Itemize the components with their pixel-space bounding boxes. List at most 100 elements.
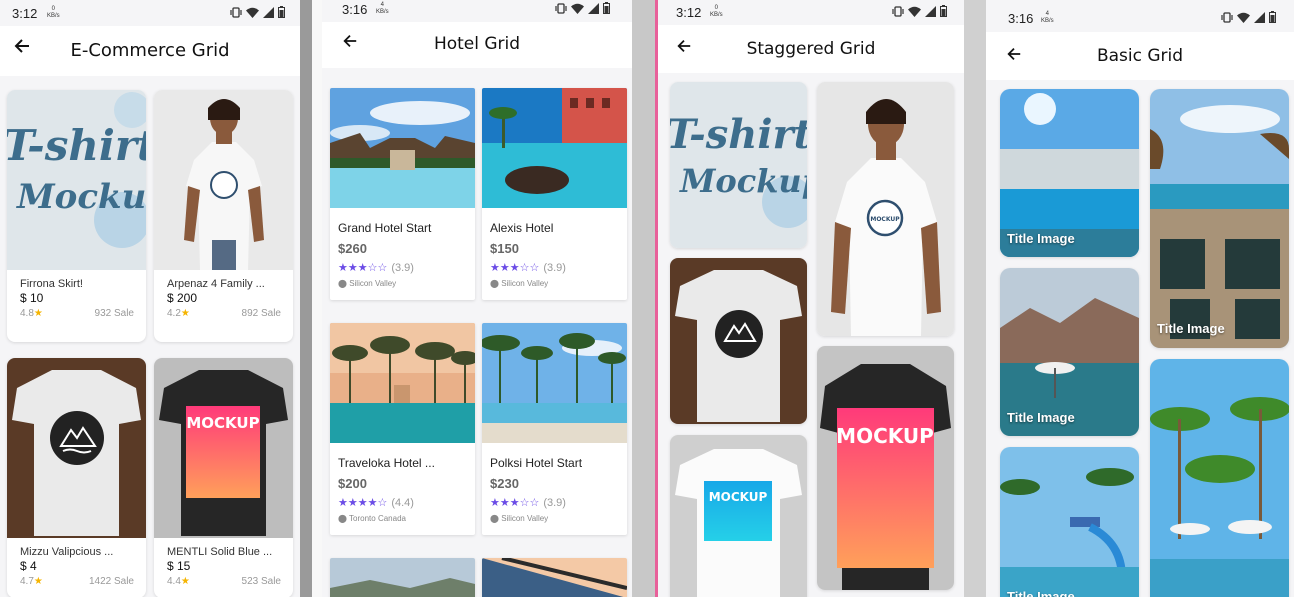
mockup-text: MOCKUP [709, 490, 768, 504]
network-speed: 0 KB/s [710, 5, 723, 18]
ecommerce-screen: 3:12 0 KB/s E-Commerce Grid T-shirt Mock… [0, 0, 300, 597]
star-icon: ★ [33, 576, 43, 587]
product-card[interactable]: T-shirt Mockup Firrona Skirt! $ 10 4.8★ … [7, 90, 146, 342]
hotel-card[interactable]: Traveloka Hotel ... $200 ★★★★☆ (4.4) ⬤ To… [330, 323, 475, 535]
hotel-location: ⬤ Silicon Valley [338, 279, 397, 288]
hotel-rating: ★★★★☆ (4.4) [338, 497, 414, 509]
tile-title: Title Image [1007, 589, 1075, 597]
status-icons [1221, 11, 1276, 23]
divider [300, 0, 312, 597]
star-icon: ★★★☆☆ [490, 497, 540, 509]
staggered-tile[interactable] [670, 258, 807, 424]
screenshot-collage: 3:12 0 KB/s E-Commerce Grid T-shirt Mock… [0, 0, 1294, 597]
hotel-card[interactable]: Grand Hotel Start $260 ★★★☆☆ (3.9) ⬤ Sili… [330, 88, 475, 300]
hotel-image [330, 88, 475, 208]
staggered-tile[interactable]: MOCKUP [670, 435, 807, 597]
product-name: Firrona Skirt! [20, 278, 83, 290]
hotel-price: $200 [338, 476, 367, 491]
status-time: 3:12 [12, 6, 38, 21]
grid-tile[interactable]: Title Image [1000, 447, 1139, 597]
hotel-image [330, 323, 475, 443]
battery-icon [603, 2, 610, 14]
status-time: 3:16 [1008, 11, 1034, 26]
tile-title: Title Image [1157, 321, 1225, 336]
product-price: $ 200 [167, 291, 198, 305]
status-icons [230, 6, 285, 18]
badge-text: MOCKUP [870, 216, 900, 223]
basic-screen: 3:16 4 KB/s Basic Grid Title Image Title… [986, 0, 1294, 597]
grid-tile[interactable]: Title Image [1150, 89, 1289, 348]
wifi-icon [246, 7, 259, 18]
mockup-text: MOCKUP [836, 424, 934, 448]
hotel-image [482, 88, 627, 208]
product-sales: 892 Sale [241, 308, 281, 319]
hotel-image [482, 558, 627, 597]
hotel-card[interactable]: Alexis Hotel $150 ★★★☆☆ (3.9) ⬤ Silicon V… [482, 88, 627, 300]
hotel-name: Traveloka Hotel ... [338, 456, 435, 470]
product-card[interactable]: MOCKUP MENTLI Solid Blue ... $ 15 4.4★ 5… [154, 358, 293, 597]
page-title: Hotel Grid [433, 34, 521, 54]
signal-icon [925, 5, 936, 17]
product-card[interactable]: Arpenaz 4 Family ... $ 200 4.2★ 892 Sale [154, 90, 293, 342]
hotel-card[interactable]: Polksi Hotel Start $230 ★★★☆☆ (3.9) ⬤ Sil… [482, 323, 627, 535]
product-rating: 4.8★ [20, 308, 43, 319]
hotel-image [330, 558, 475, 597]
product-card[interactable]: Mizzu Valipcious ... $ 4 4.7★ 1422 Sale [7, 358, 146, 597]
grid-tile[interactable] [1150, 359, 1289, 597]
vibrate-icon [1221, 11, 1233, 23]
hotel-name: Alexis Hotel [490, 221, 554, 235]
tile-image [1150, 89, 1289, 348]
vibrate-icon [892, 5, 904, 17]
product-name: MENTLI Solid Blue ... [167, 546, 273, 558]
star-icon: ★ [180, 576, 190, 587]
product-price: $ 4 [20, 559, 37, 573]
battery-icon [940, 5, 947, 17]
wifi-icon [908, 6, 921, 17]
tile-image: MOCKUP [670, 435, 807, 597]
signal-icon [588, 2, 599, 14]
vibrate-icon [230, 6, 242, 18]
page-title: Staggered Grid [746, 39, 876, 59]
staggered-tile[interactable]: T-shirt Mockup [670, 82, 807, 248]
battery-icon [278, 6, 285, 18]
status-bar: 3:16 4 KB/s [986, 0, 1294, 26]
network-speed: 4 KB/s [376, 2, 389, 15]
product-rating: 4.4★ [167, 576, 190, 587]
hotel-price: $230 [490, 476, 519, 491]
staggered-tile[interactable]: MOCKUP [817, 346, 954, 590]
hotel-price: $150 [490, 241, 519, 256]
battery-icon [1269, 11, 1276, 23]
hotel-screen: 3:16 4 KB/s Hotel Grid Grand Hotel Start… [322, 0, 632, 597]
grid-tile[interactable]: Title Image [1000, 268, 1139, 436]
hotel-card[interactable] [482, 558, 627, 597]
tshirt-script-text: T-shirt [670, 111, 807, 158]
location-pin-icon: ⬤ [338, 279, 347, 288]
product-name: Arpenaz 4 Family ... [167, 278, 265, 290]
star-icon: ★★★★☆ [338, 497, 388, 509]
product-price: $ 15 [167, 559, 191, 573]
network-speed: 0 KB/s [47, 6, 60, 19]
page-title: E-Commerce Grid [70, 40, 230, 61]
product-name: Mizzu Valipcious ... [20, 546, 114, 558]
grid-tile[interactable]: Title Image [1000, 89, 1139, 257]
mockup-text: MOCKUP [186, 414, 259, 432]
product-rating: 4.7★ [20, 576, 43, 587]
hotel-location: ⬤ Toronto Canada [338, 514, 406, 523]
location-pin-icon: ⬤ [490, 514, 499, 523]
hotel-card[interactable] [330, 558, 475, 597]
tile-image [670, 258, 807, 424]
tile-image: MOCKUP [817, 346, 954, 590]
app-bar: E-Commerce Grid [0, 26, 300, 76]
wifi-icon [571, 3, 584, 14]
status-bar: 3:12 0 KB/s [0, 0, 300, 26]
staggered-tile[interactable]: MOCKUP [817, 82, 954, 336]
app-bar: Staggered Grid [658, 25, 964, 73]
hotel-location: ⬤ Silicon Valley [490, 514, 549, 523]
star-icon: ★ [33, 308, 43, 319]
tile-title: Title Image [1007, 231, 1075, 246]
status-bar: 3:12 0 KB/s [658, 0, 964, 26]
product-image: MOCKUP [154, 358, 293, 538]
tile-image [1150, 359, 1289, 597]
hotel-rating: ★★★☆☆ (3.9) [490, 497, 566, 509]
hotel-name: Polksi Hotel Start [490, 456, 583, 470]
